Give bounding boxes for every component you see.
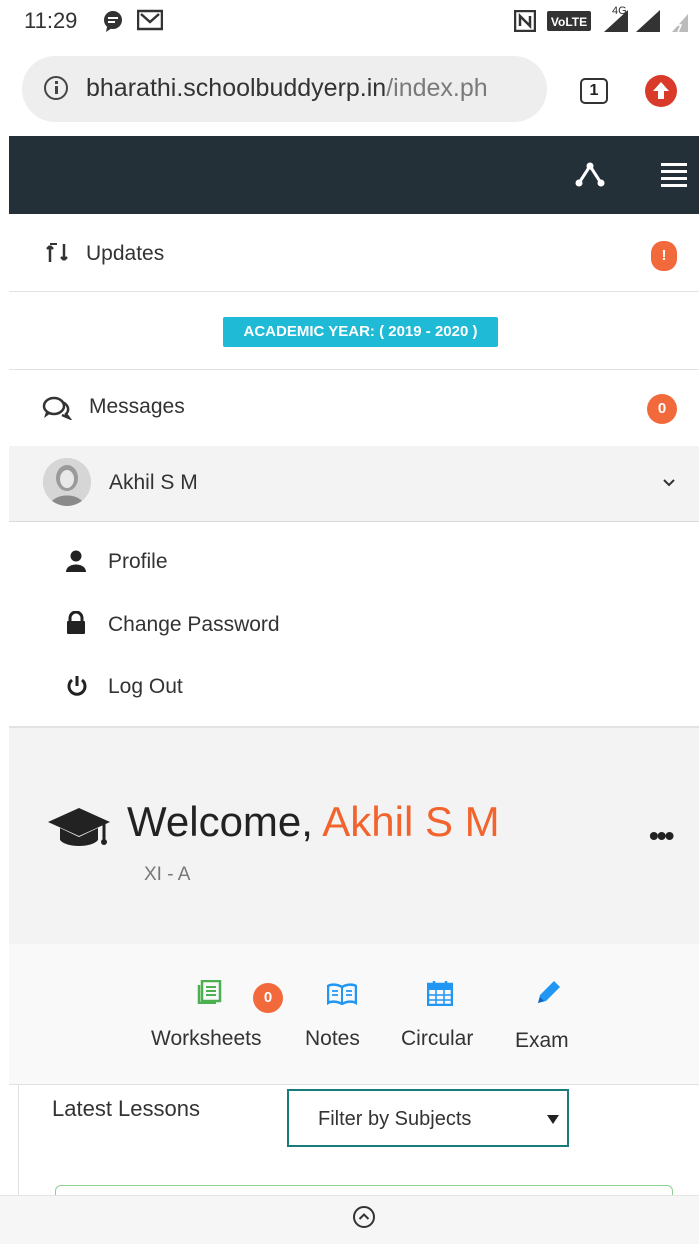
info-icon[interactable] xyxy=(44,76,68,100)
gmail-notification-icon xyxy=(137,9,163,31)
update-chrome-button[interactable] xyxy=(645,75,677,107)
chevron-up-icon xyxy=(358,1213,370,1220)
pencil-icon xyxy=(538,981,560,1003)
subject-filter-select[interactable]: Filter by Subjects xyxy=(287,1089,569,1147)
url-path: /index.ph xyxy=(386,74,488,102)
nfc-icon xyxy=(514,10,536,32)
profile-menu-item[interactable]: Profile xyxy=(49,542,649,582)
updates-icon xyxy=(46,243,68,262)
person-icon xyxy=(66,550,86,572)
calendar-icon xyxy=(427,981,453,1006)
latest-lessons-panel: Latest Lessons Filter by Subjects xyxy=(18,1085,699,1200)
graduation-cap-icon xyxy=(48,808,110,846)
user-menu: Profile Change Password Log Out xyxy=(9,522,699,727)
bottom-bar xyxy=(0,1195,699,1244)
sitemap-icon[interactable] xyxy=(575,162,605,188)
address-bar[interactable]: bharathi.schoolbuddyerp.in/index.ph xyxy=(22,56,547,122)
subject-filter-value: Filter by Subjects xyxy=(318,1108,472,1130)
svg-text:VoLTE: VoLTE xyxy=(551,15,587,29)
latest-lessons-title: Latest Lessons xyxy=(52,1096,200,1121)
welcome-panel: Welcome, Akhil S M XI - A ••• xyxy=(9,727,699,945)
circular-label: Circular xyxy=(401,1027,474,1050)
lock-icon xyxy=(67,611,85,634)
exam-tile[interactable]: Exam xyxy=(509,974,599,1064)
user-name: Akhil S M xyxy=(109,471,198,494)
browser-toolbar: bharathi.schoolbuddyerp.in/index.ph 1 xyxy=(0,44,699,136)
welcome-greeting: Welcome, xyxy=(127,798,323,845)
user-avatar-icon xyxy=(43,458,91,506)
messages-label: Messages xyxy=(89,395,185,418)
class-section: XI - A xyxy=(144,864,191,885)
exam-label: Exam xyxy=(515,1029,569,1052)
avatar xyxy=(43,458,91,506)
messages-badge: 0 xyxy=(647,394,677,424)
notes-label: Notes xyxy=(305,1027,360,1050)
chevron-down-icon xyxy=(663,479,675,487)
tab-switcher-button[interactable]: 1 xyxy=(580,78,608,104)
user-dropdown-toggle[interactable]: Akhil S M xyxy=(9,446,699,522)
more-options-icon[interactable]: ••• xyxy=(649,820,674,852)
status-bar: 11:29 VoLTE 4G xyxy=(0,0,699,44)
logout-label: Log Out xyxy=(108,675,183,698)
updates-label: Updates xyxy=(86,242,165,265)
status-time: 11:29 xyxy=(24,8,78,33)
app-header xyxy=(9,136,699,214)
chat-notification-icon xyxy=(104,11,122,32)
arrow-up-icon xyxy=(653,82,669,99)
dropdown-arrow-icon xyxy=(547,1115,559,1124)
academic-year-badge: ACADEMIC YEAR: ( 2019 - 2020 ) xyxy=(223,317,498,347)
updates-badge: ! xyxy=(651,241,677,271)
notes-tile[interactable]: Notes xyxy=(299,974,389,1064)
worksheets-label: Worksheets xyxy=(151,1027,262,1050)
url-text: bharathi.schoolbuddyerp.in/index.ph xyxy=(86,74,488,103)
profile-label: Profile xyxy=(108,550,168,573)
change-password-menu-item[interactable]: Change Password xyxy=(49,605,649,645)
hamburger-menu-icon[interactable] xyxy=(661,163,687,191)
logout-menu-item[interactable]: Log Out xyxy=(49,667,649,707)
scroll-to-top-icon[interactable] xyxy=(353,1206,375,1228)
worksheet-icon xyxy=(197,980,222,1004)
messages-icon xyxy=(42,396,72,420)
volte-icon: VoLTE xyxy=(547,11,591,31)
worksheets-badge: 0 xyxy=(253,983,283,1013)
circular-tile[interactable]: Circular xyxy=(394,974,494,1064)
change-password-label: Change Password xyxy=(108,613,280,636)
quick-links: Worksheets 0 Notes Circular Exam xyxy=(9,944,699,1085)
book-icon xyxy=(327,983,357,1005)
welcome-heading: Welcome, Akhil S M xyxy=(127,798,500,846)
updates-row[interactable]: Updates ! xyxy=(9,214,699,292)
url-host: bharathi.schoolbuddyerp.in xyxy=(86,74,387,102)
welcome-name: Akhil S M xyxy=(322,798,500,845)
power-icon xyxy=(67,676,87,696)
messages-row[interactable]: Messages 0 xyxy=(9,370,699,445)
signal-battery-icons xyxy=(604,10,688,33)
